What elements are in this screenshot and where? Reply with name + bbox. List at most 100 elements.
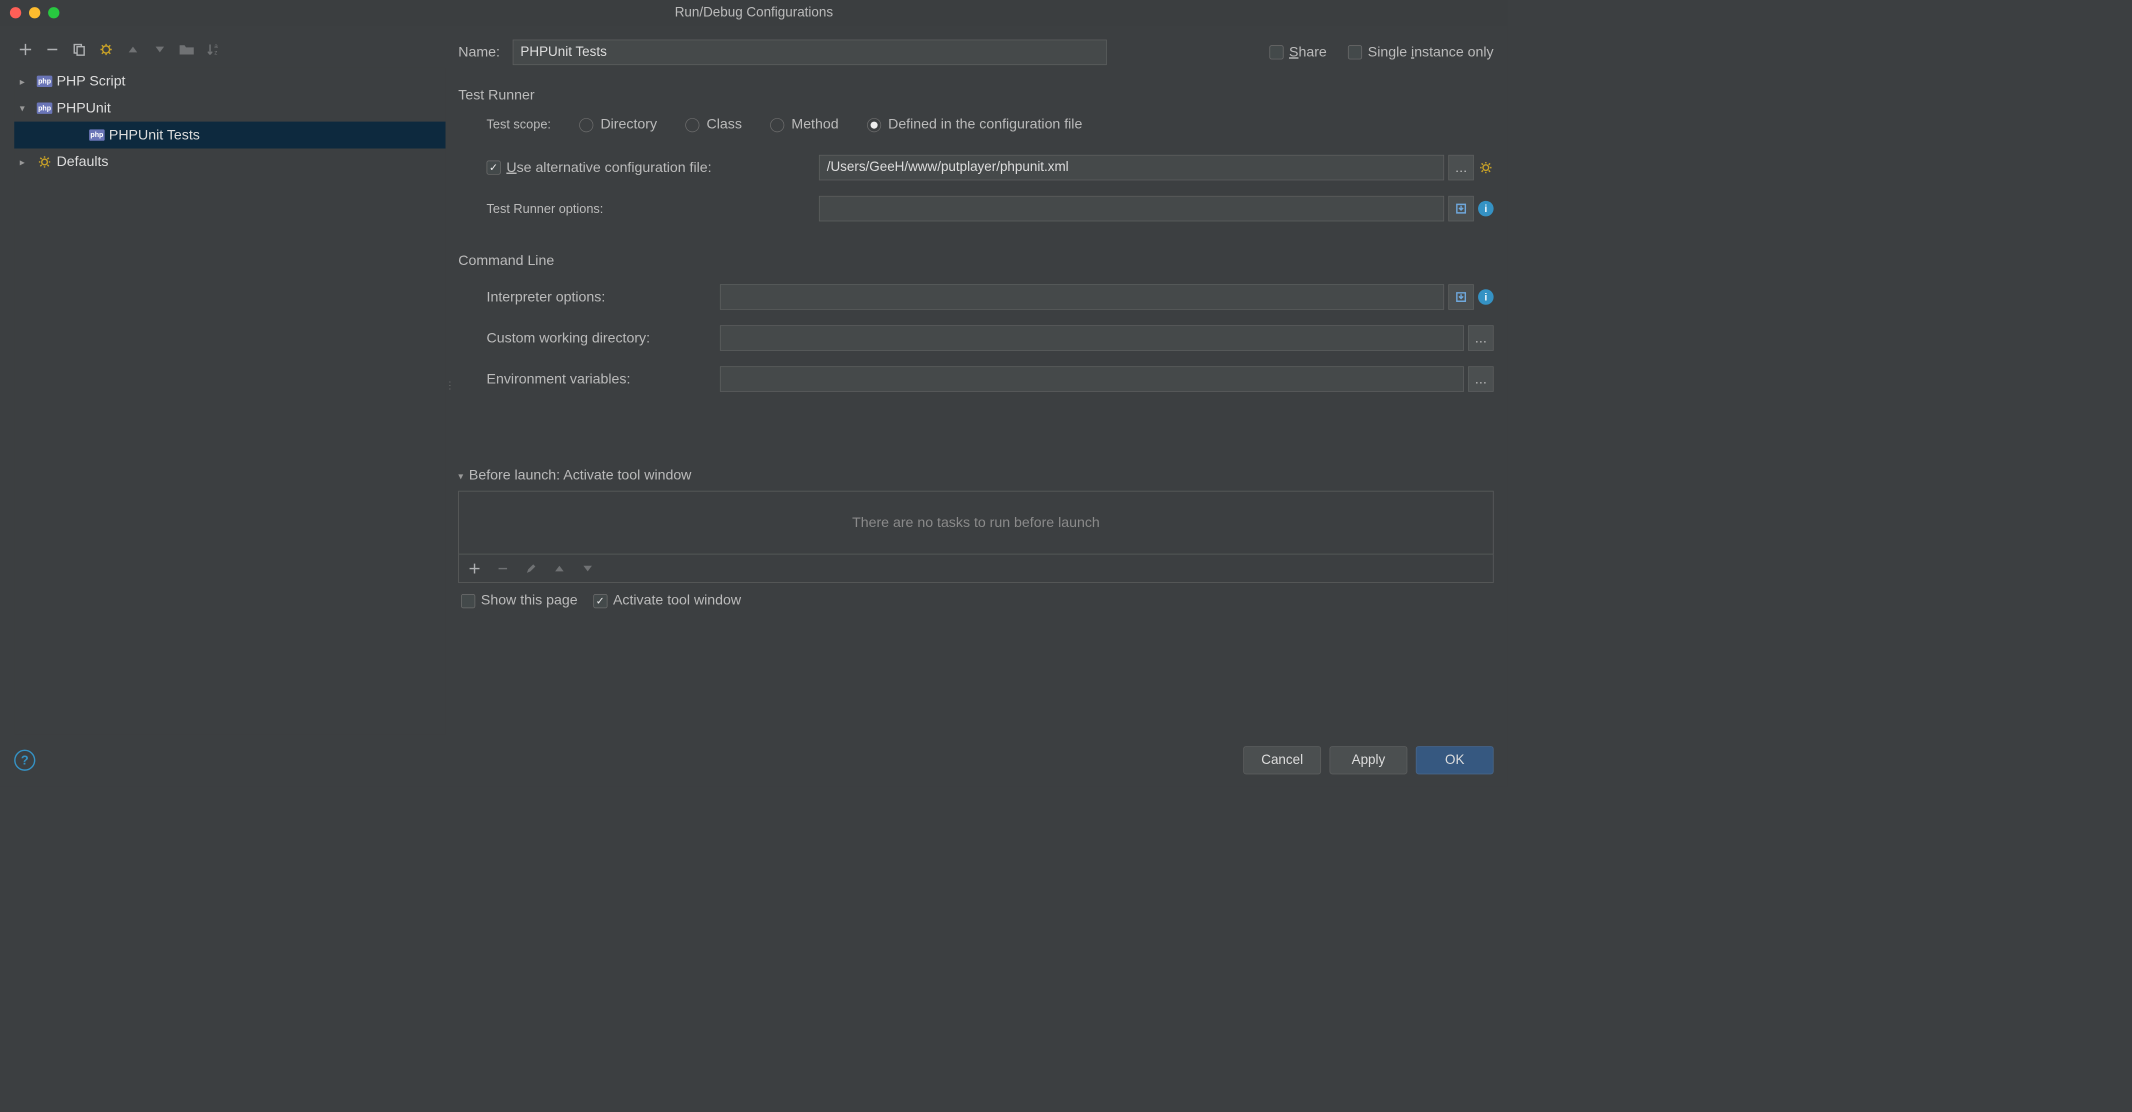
working-dir-row: Custom working directory: …	[458, 323, 1493, 353]
share-checkbox[interactable]: Share	[1269, 44, 1327, 60]
move-down-button[interactable]	[151, 41, 168, 58]
expand-field-button[interactable]	[1448, 196, 1473, 221]
minimize-window-button[interactable]	[29, 7, 40, 18]
show-this-page-label: Show this page	[481, 593, 578, 609]
before-launch-tasks-list[interactable]: There are no tasks to run before launch	[458, 491, 1493, 555]
expand-arrow-icon[interactable]	[20, 75, 33, 87]
gear-icon[interactable]	[1478, 160, 1494, 176]
env-vars-label: Environment variables:	[487, 371, 720, 387]
ok-button[interactable]: OK	[1416, 746, 1494, 774]
php-file-icon: php	[37, 100, 53, 116]
before-launch-header[interactable]: Before launch: Activate tool window	[458, 467, 1493, 483]
test-scope-row: Test scope: Directory Class Method Defin…	[458, 117, 1493, 133]
scope-directory-radio[interactable]: Directory	[579, 117, 657, 133]
svg-text:z: z	[214, 49, 217, 56]
zoom-window-button[interactable]	[48, 7, 59, 18]
add-task-button[interactable]	[466, 560, 483, 577]
edit-defaults-button[interactable]	[98, 41, 115, 58]
config-name-input[interactable]	[513, 40, 1107, 65]
scope-class-radio[interactable]: Class	[685, 117, 742, 133]
move-task-up-button[interactable]	[551, 560, 568, 577]
gear-icon	[37, 154, 53, 170]
before-launch-toolbar	[458, 554, 1493, 582]
help-button[interactable]: ?	[14, 750, 35, 771]
traffic-lights	[10, 7, 60, 18]
tree-item-phpunit-tests[interactable]: php PHPUnit Tests	[14, 122, 445, 149]
browse-path-button[interactable]: …	[1468, 366, 1493, 391]
section-title: Test Runner	[458, 88, 1493, 104]
remove-task-button[interactable]	[494, 560, 511, 577]
add-config-button[interactable]	[17, 41, 34, 58]
tree-item-phpunit[interactable]: php PHPUnit	[14, 95, 445, 122]
interpreter-options-input[interactable]	[720, 284, 1444, 309]
show-this-page-checkbox[interactable]: Show this page	[461, 593, 578, 609]
empty-tasks-text: There are no tasks to run before launch	[852, 514, 1100, 530]
tree-label: PHP Script	[57, 73, 126, 89]
env-vars-input[interactable]	[720, 366, 1464, 391]
working-dir-input[interactable]	[720, 325, 1464, 350]
edit-task-button[interactable]	[523, 560, 540, 577]
tree-item-defaults[interactable]: Defaults	[14, 149, 445, 176]
alt-config-row: Use alternative configuration file: …	[458, 153, 1493, 183]
runner-options-input[interactable]	[819, 196, 1444, 221]
share-label: Share	[1289, 44, 1327, 60]
alt-config-path-input[interactable]	[819, 155, 1444, 180]
scope-method-radio[interactable]: Method	[770, 117, 838, 133]
folder-button[interactable]	[178, 41, 195, 58]
move-task-down-button[interactable]	[579, 560, 596, 577]
sort-button[interactable]: az	[205, 41, 222, 58]
titlebar: Run/Debug Configurations	[0, 0, 1508, 25]
radio-icon	[685, 118, 699, 132]
config-tree[interactable]: php PHP Script php PHPUnit php PHPUnit T…	[14, 68, 445, 734]
cancel-button[interactable]: Cancel	[1243, 746, 1321, 774]
expand-field-button[interactable]	[1448, 284, 1473, 309]
footer: ? Cancel Apply OK	[0, 734, 1508, 786]
close-window-button[interactable]	[10, 7, 21, 18]
tree-item-php-script[interactable]: php PHP Script	[14, 68, 445, 95]
collapse-arrow-icon	[458, 467, 463, 483]
name-row: Name: Share Single instance only	[458, 35, 1493, 69]
interpreter-options-row: Interpreter options: i	[458, 282, 1493, 312]
left-panel: az php PHP Script php PHPUnit php PHPU	[14, 35, 445, 734]
name-label: Name:	[458, 44, 500, 60]
browse-path-button[interactable]: …	[1448, 155, 1473, 180]
scope-configfile-radio[interactable]: Defined in the configuration file	[867, 117, 1082, 133]
info-icon[interactable]: i	[1478, 201, 1494, 217]
expand-arrow-icon[interactable]	[20, 156, 33, 168]
tree-label: PHPUnit Tests	[109, 127, 200, 143]
radio-icon	[770, 118, 784, 132]
runner-options-row: Test Runner options: i	[458, 194, 1493, 224]
use-alt-config-label: Use alternative configuration file:	[506, 159, 711, 175]
tree-label: PHPUnit	[57, 100, 111, 116]
checkbox-icon	[1348, 45, 1362, 59]
activate-tool-window-checkbox[interactable]: Activate tool window	[593, 593, 741, 609]
info-icon[interactable]: i	[1478, 289, 1494, 305]
collapse-arrow-icon[interactable]	[20, 102, 33, 114]
checkbox-icon	[461, 594, 475, 608]
env-vars-row: Environment variables: …	[458, 364, 1493, 394]
apply-button[interactable]: Apply	[1330, 746, 1408, 774]
tree-label: Defaults	[57, 154, 109, 170]
right-panel: Name: Share Single instance only Test Ru…	[454, 35, 1494, 734]
single-instance-checkbox[interactable]: Single instance only	[1348, 44, 1494, 60]
body: az php PHP Script php PHPUnit php PHPU	[0, 25, 1508, 734]
command-line-section: Command Line Interpreter options: i Cust…	[458, 253, 1493, 405]
copy-config-button[interactable]	[71, 41, 88, 58]
checkbox-icon	[487, 161, 501, 175]
checkbox-icon	[593, 594, 607, 608]
interpreter-options-label: Interpreter options:	[487, 289, 720, 305]
runner-options-label: Test Runner options:	[487, 201, 819, 216]
post-checks: Show this page Activate tool window	[458, 583, 1493, 619]
radio-icon	[579, 118, 593, 132]
move-up-button[interactable]	[124, 41, 141, 58]
panel-splitter[interactable]: ⋮	[446, 35, 454, 734]
browse-path-button[interactable]: …	[1468, 325, 1493, 350]
use-alt-config-checkbox[interactable]: Use alternative configuration file:	[487, 159, 819, 175]
remove-config-button[interactable]	[44, 41, 61, 58]
php-file-icon: php	[89, 127, 105, 143]
window-title: Run/Debug Configurations	[0, 5, 1508, 21]
php-file-icon: php	[37, 74, 53, 90]
activate-tool-window-label: Activate tool window	[613, 593, 741, 609]
working-dir-label: Custom working directory:	[487, 330, 720, 346]
checkbox-icon	[1269, 45, 1283, 59]
